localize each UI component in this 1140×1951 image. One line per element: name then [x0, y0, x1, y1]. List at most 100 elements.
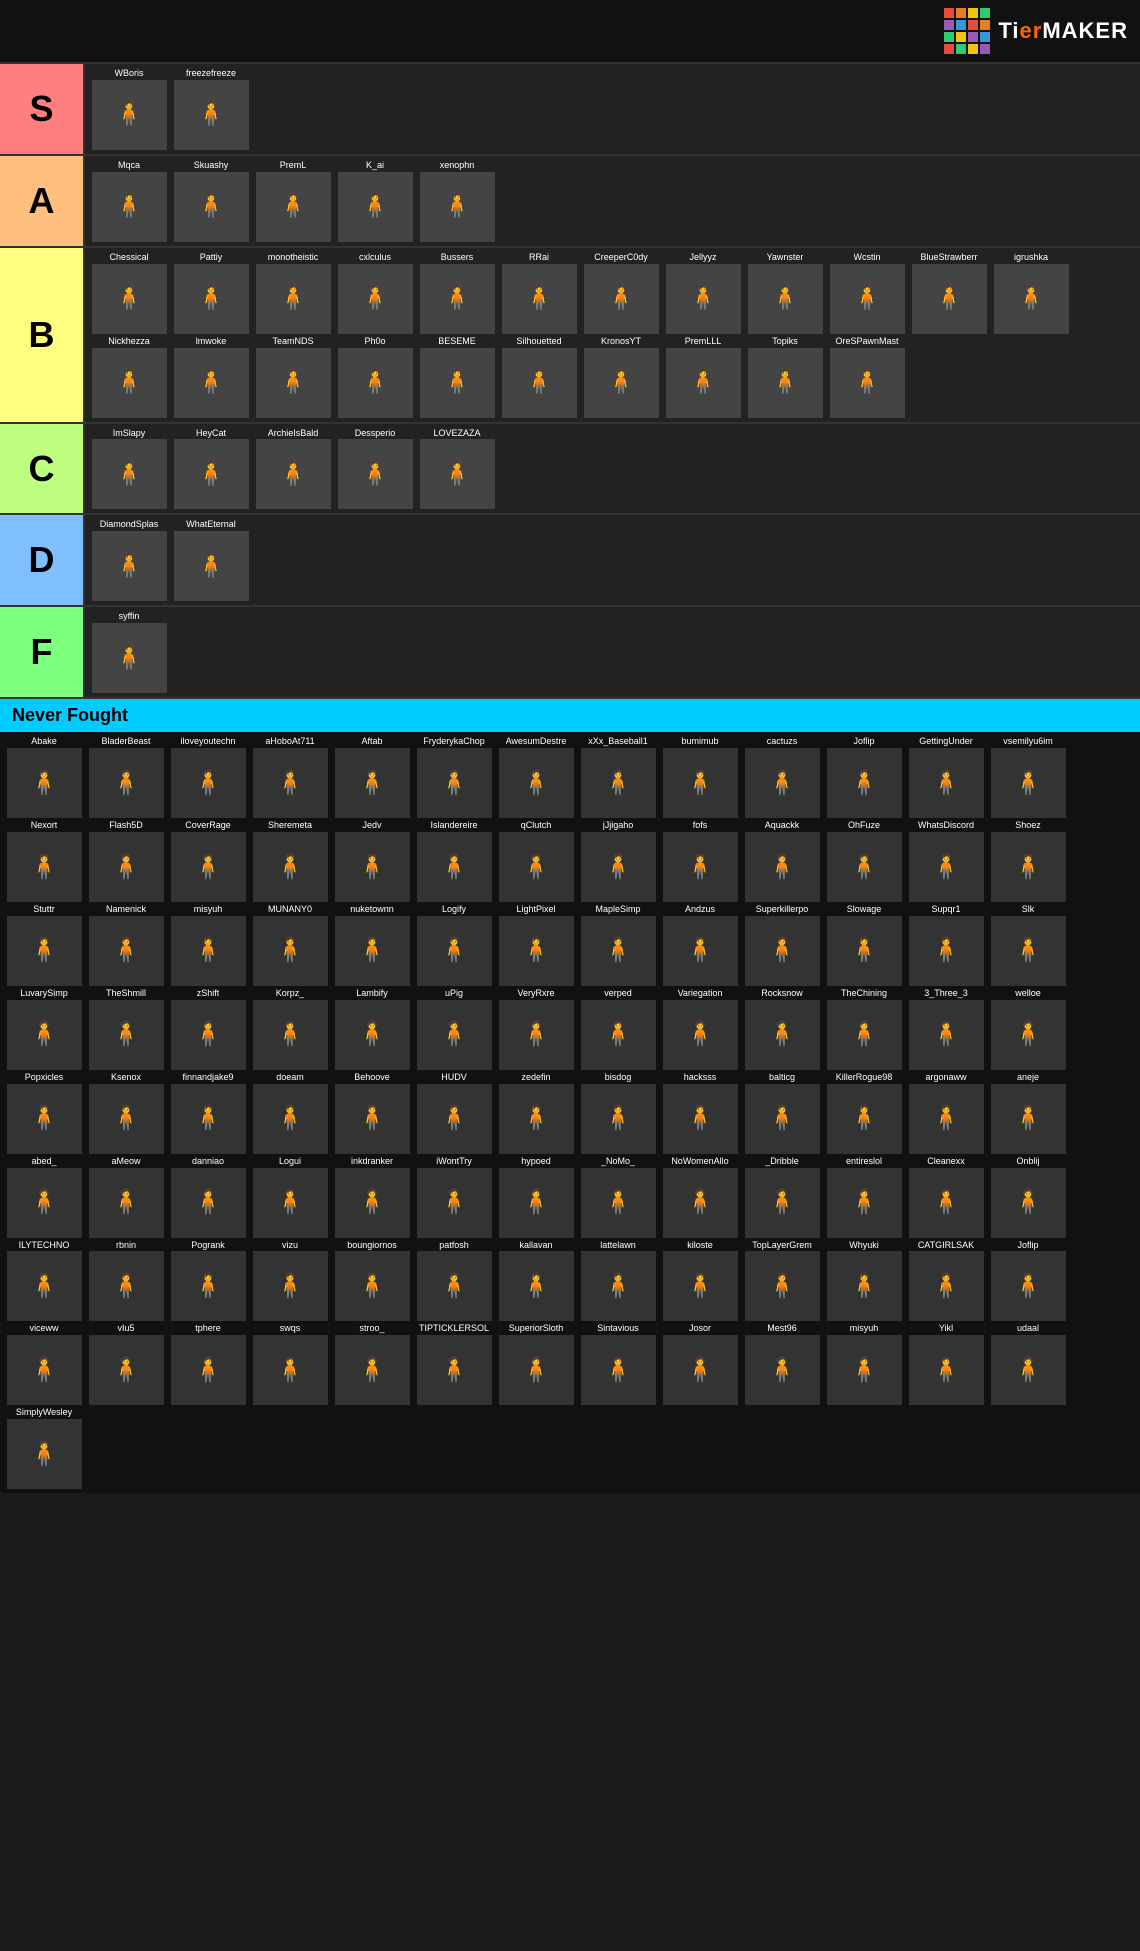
list-item[interactable]: viceww🧍 — [4, 1323, 84, 1405]
list-item[interactable]: lattelawn🧍 — [578, 1240, 658, 1322]
list-item[interactable]: swqs🧍 — [250, 1323, 330, 1405]
list-item[interactable]: Joflip🧍 — [988, 1240, 1068, 1322]
list-item[interactable]: GettingUnder🧍 — [906, 736, 986, 818]
list-item[interactable]: Pattiy🧍 — [171, 252, 251, 334]
list-item[interactable]: Stuttr🧍 — [4, 904, 84, 986]
list-item[interactable]: vIu5🧍 — [86, 1323, 166, 1405]
list-item[interactable]: Logify🧍 — [414, 904, 494, 986]
list-item[interactable]: Abake🧍 — [4, 736, 84, 818]
list-item[interactable]: Topiks🧍 — [745, 336, 825, 418]
list-item[interactable]: balticg🧍 — [742, 1072, 822, 1154]
list-item[interactable]: _Dribble🧍 — [742, 1156, 822, 1238]
list-item[interactable]: abed_🧍 — [4, 1156, 84, 1238]
list-item[interactable]: PremL🧍 — [253, 160, 333, 242]
list-item[interactable]: MapleSimp🧍 — [578, 904, 658, 986]
list-item[interactable]: argonaww🧍 — [906, 1072, 986, 1154]
list-item[interactable]: bumimub🧍 — [660, 736, 740, 818]
list-item[interactable]: Superkillerpo🧍 — [742, 904, 822, 986]
list-item[interactable]: SuperiorSloth🧍 — [496, 1323, 576, 1405]
list-item[interactable]: TeamNDS🧍 — [253, 336, 333, 418]
list-item[interactable]: BESEME🧍 — [417, 336, 497, 418]
list-item[interactable]: Aquackk🧍 — [742, 820, 822, 902]
list-item[interactable]: Popxicles🧍 — [4, 1072, 84, 1154]
list-item[interactable]: AwesumDestre🧍 — [496, 736, 576, 818]
list-item[interactable]: hypoed🧍 — [496, 1156, 576, 1238]
list-item[interactable]: patfosh🧍 — [414, 1240, 494, 1322]
list-item[interactable]: LOVEZAZA🧍 — [417, 428, 497, 510]
list-item[interactable]: kiloste🧍 — [660, 1240, 740, 1322]
list-item[interactable]: Mqca🧍 — [89, 160, 169, 242]
list-item[interactable]: Logui🧍 — [250, 1156, 330, 1238]
list-item[interactable]: KronosYT🧍 — [581, 336, 661, 418]
list-item[interactable]: 3_Three_3🧍 — [906, 988, 986, 1070]
list-item[interactable]: Nickhezza🧍 — [89, 336, 169, 418]
list-item[interactable]: Joflip🧍 — [824, 736, 904, 818]
list-item[interactable]: Jedv🧍 — [332, 820, 412, 902]
list-item[interactable]: Rocksnow🧍 — [742, 988, 822, 1070]
list-item[interactable]: zedefin🧍 — [496, 1072, 576, 1154]
list-item[interactable]: iWontTry🧍 — [414, 1156, 494, 1238]
list-item[interactable]: fofs🧍 — [660, 820, 740, 902]
list-item[interactable]: HeyCat🧍 — [171, 428, 251, 510]
list-item[interactable]: TIPTICKLERSOL🧍 — [414, 1323, 494, 1405]
list-item[interactable]: Flash5D🧍 — [86, 820, 166, 902]
list-item[interactable]: WBoris🧍 — [89, 68, 169, 150]
list-item[interactable]: Yawnster🧍 — [745, 252, 825, 334]
list-item[interactable]: DiamondSplas🧍 — [89, 519, 169, 601]
list-item[interactable]: Josor🧍 — [660, 1323, 740, 1405]
list-item[interactable]: zShift🧍 — [168, 988, 248, 1070]
list-item[interactable]: xXx_Baseball1🧍 — [578, 736, 658, 818]
list-item[interactable]: NoWomenAllo🧍 — [660, 1156, 740, 1238]
list-item[interactable]: tphere🧍 — [168, 1323, 248, 1405]
list-item[interactable]: aMeow🧍 — [86, 1156, 166, 1238]
list-item[interactable]: KillerRogue98🧍 — [824, 1072, 904, 1154]
list-item[interactable]: lmwoke🧍 — [171, 336, 251, 418]
list-item[interactable]: PremLLL🧍 — [663, 336, 743, 418]
list-item[interactable]: CoverRage🧍 — [168, 820, 248, 902]
list-item[interactable]: Namenick🧍 — [86, 904, 166, 986]
list-item[interactable]: qClutch🧍 — [496, 820, 576, 902]
list-item[interactable]: cxlculus🧍 — [335, 252, 415, 334]
list-item[interactable]: Dessperio🧍 — [335, 428, 415, 510]
list-item[interactable]: Nexort🧍 — [4, 820, 84, 902]
list-item[interactable]: syffin🧍 — [89, 611, 169, 693]
list-item[interactable]: boungiornos🧍 — [332, 1240, 412, 1322]
list-item[interactable]: Lambify🧍 — [332, 988, 412, 1070]
list-item[interactable]: TopLayerGrem🧍 — [742, 1240, 822, 1322]
list-item[interactable]: TheChining🧍 — [824, 988, 904, 1070]
list-item[interactable]: cactuzs🧍 — [742, 736, 822, 818]
list-item[interactable]: Sintavious🧍 — [578, 1323, 658, 1405]
list-item[interactable]: aHoboAt711🧍 — [250, 736, 330, 818]
list-item[interactable]: OhFuze🧍 — [824, 820, 904, 902]
list-item[interactable]: Mest96🧍 — [742, 1323, 822, 1405]
list-item[interactable]: nuketownn🧍 — [332, 904, 412, 986]
list-item[interactable]: stroo_🧍 — [332, 1323, 412, 1405]
list-item[interactable]: Korpz_🧍 — [250, 988, 330, 1070]
list-item[interactable]: Ph0o🧍 — [335, 336, 415, 418]
list-item[interactable]: bisdog🧍 — [578, 1072, 658, 1154]
list-item[interactable]: ILYTECHNO🧍 — [4, 1240, 84, 1322]
list-item[interactable]: welloe🧍 — [988, 988, 1068, 1070]
list-item[interactable]: Chessical🧍 — [89, 252, 169, 334]
list-item[interactable]: hacksss🧍 — [660, 1072, 740, 1154]
list-item[interactable]: Supqr1🧍 — [906, 904, 986, 986]
list-item[interactable]: WhatEternal🧍 — [171, 519, 251, 601]
list-item[interactable]: Cleanexx🧍 — [906, 1156, 986, 1238]
list-item[interactable]: Skuashy🧍 — [171, 160, 251, 242]
list-item[interactable]: Pogrank🧍 — [168, 1240, 248, 1322]
list-item[interactable]: Jellyyz🧍 — [663, 252, 743, 334]
list-item[interactable]: kallavan🧍 — [496, 1240, 576, 1322]
list-item[interactable]: Sheremeta🧍 — [250, 820, 330, 902]
list-item[interactable]: Andzus🧍 — [660, 904, 740, 986]
list-item[interactable]: Ksenox🧍 — [86, 1072, 166, 1154]
list-item[interactable]: HUDV🧍 — [414, 1072, 494, 1154]
list-item[interactable]: Islandereire🧍 — [414, 820, 494, 902]
list-item[interactable]: inkdranker🧍 — [332, 1156, 412, 1238]
list-item[interactable]: Silhouetted🧍 — [499, 336, 579, 418]
list-item[interactable]: Wcstin🧍 — [827, 252, 907, 334]
list-item[interactable]: iloveyoutechn🧍 — [168, 736, 248, 818]
list-item[interactable]: FryderykaChop🧍 — [414, 736, 494, 818]
list-item[interactable]: udaal🧍 — [988, 1323, 1068, 1405]
list-item[interactable]: Variegation🧍 — [660, 988, 740, 1070]
list-item[interactable]: MUNANY0🧍 — [250, 904, 330, 986]
